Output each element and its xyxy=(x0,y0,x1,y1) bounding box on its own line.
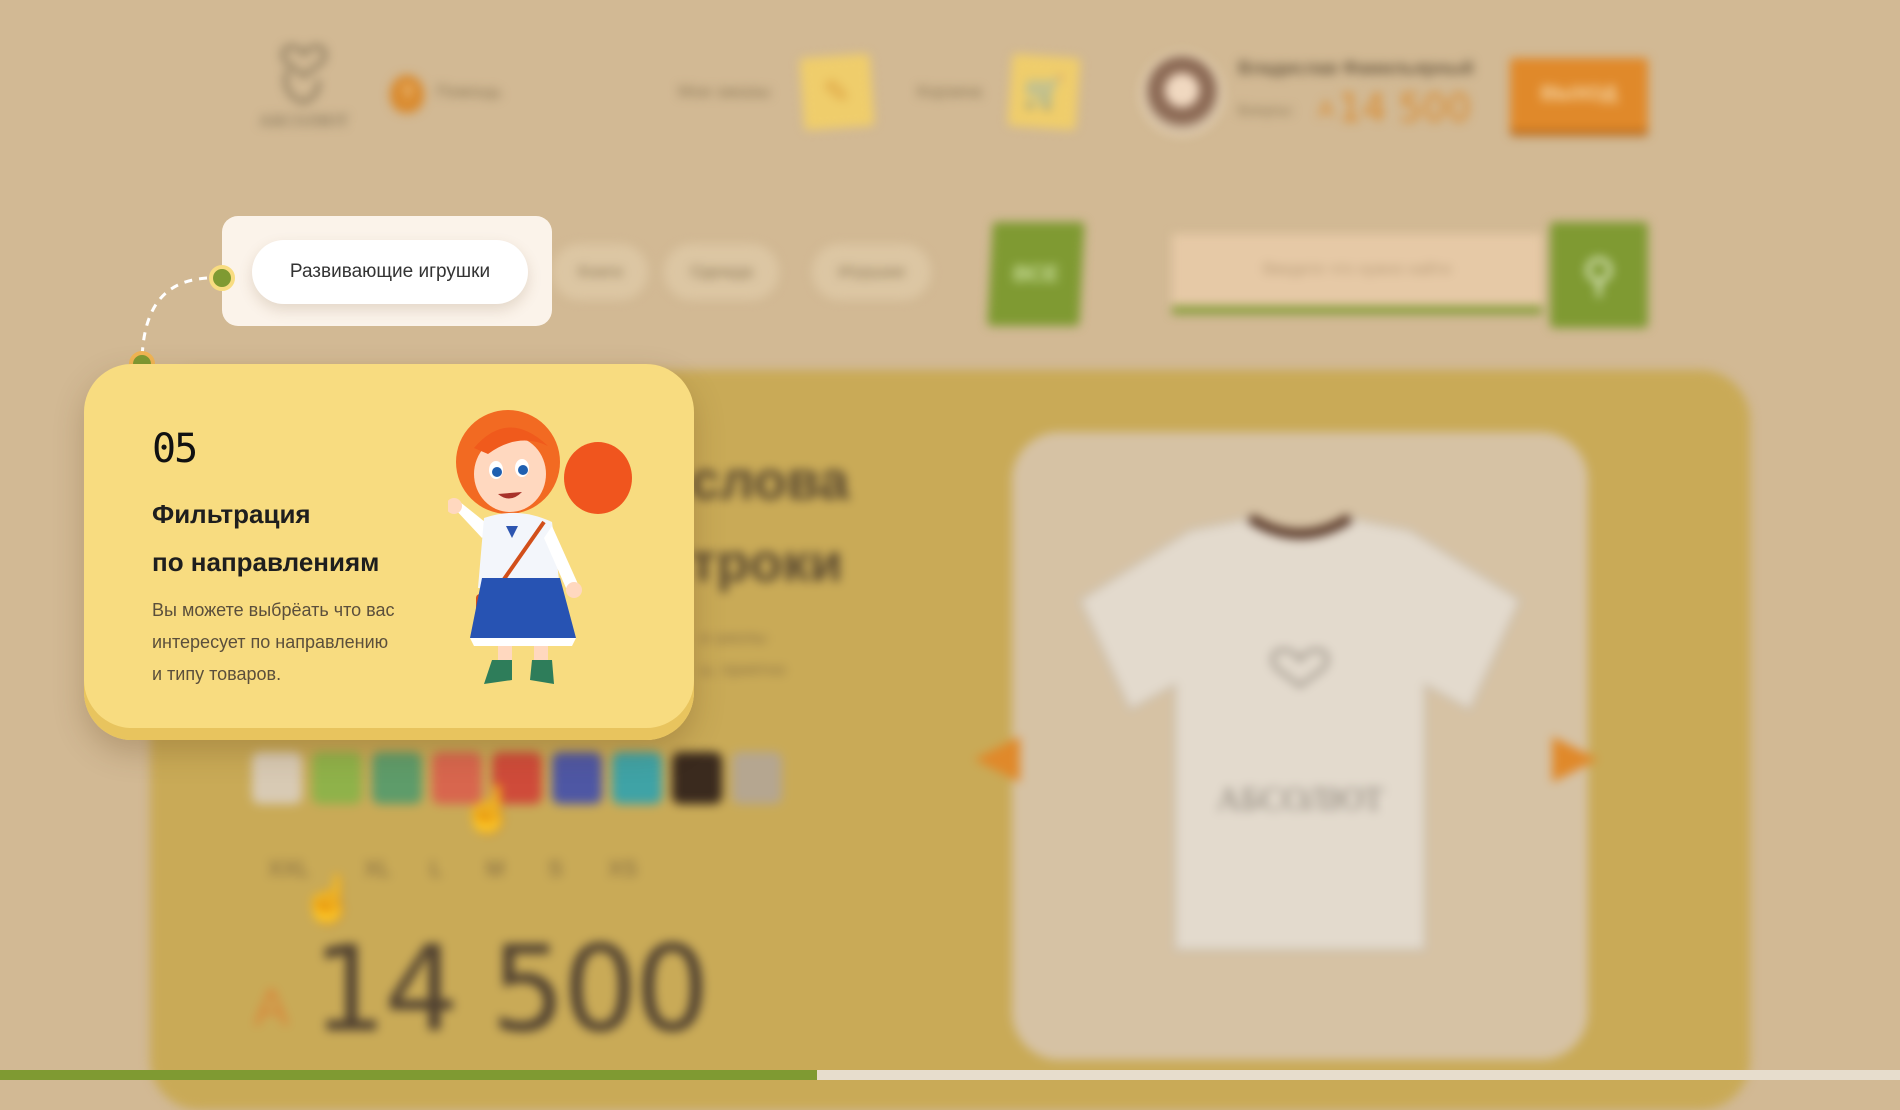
size-option[interactable]: M xyxy=(486,856,504,882)
progress-fill xyxy=(0,1070,817,1080)
hand-cursor-icon: ☝ xyxy=(460,783,518,835)
category-clothes[interactable]: Одежда xyxy=(664,244,779,300)
product-description: и школы ы, приятно xyxy=(700,628,786,679)
tshirt-logo-text: АБСОЛЮТ xyxy=(1216,781,1384,818)
category-toys[interactable]: Игрушки xyxy=(812,244,931,300)
size-option[interactable]: L xyxy=(430,856,442,882)
bonus-value: 14 500 xyxy=(1338,86,1471,130)
arrow-right-icon[interactable]: ▶ xyxy=(1552,720,1598,790)
color-swatch[interactable] xyxy=(612,752,662,804)
tshirt-image: АБСОЛЮТ xyxy=(1078,513,1522,952)
tip-step-number: 05 xyxy=(152,426,198,472)
product-title: слова троки xyxy=(690,451,850,593)
size-option[interactable]: XS xyxy=(608,856,637,882)
price-currency: A xyxy=(254,979,289,1037)
color-swatch[interactable] xyxy=(672,752,722,804)
logout-button[interactable]: ВЫХОД xyxy=(1510,58,1648,130)
arrow-left-icon[interactable]: ◀ xyxy=(974,720,1020,790)
tip-title: Фильтрация по направлениям xyxy=(152,499,380,577)
logo-heart-hand-icon xyxy=(281,45,327,104)
search-input[interactable]: Введите что нужно найти xyxy=(1172,234,1542,314)
all-categories-button[interactable]: ВСЕ xyxy=(987,222,1085,326)
search-icon[interactable]: ⚲ xyxy=(1550,222,1648,328)
size-option[interactable]: S xyxy=(548,856,563,882)
orders-box-icon[interactable]: ✎ xyxy=(799,53,875,131)
user-name: Владислав Фамильярный xyxy=(1238,58,1474,78)
bonus-label: Бонусы: xyxy=(1238,102,1295,119)
color-swatch[interactable] xyxy=(552,752,602,804)
category-books[interactable]: Книги xyxy=(552,244,649,300)
orders-link[interactable]: Мои заказы xyxy=(678,82,770,102)
bonus-currency: A xyxy=(1318,96,1335,123)
tip-description: Вы можете выбрёать что вас интересует по… xyxy=(152,600,395,684)
color-swatch[interactable] xyxy=(372,752,422,804)
help-icon[interactable]: ? xyxy=(390,75,424,113)
color-swatch[interactable] xyxy=(312,752,362,804)
color-swatch[interactable] xyxy=(252,752,302,804)
help-link[interactable]: Помощь xyxy=(436,82,502,102)
price-value: 14 500 xyxy=(312,920,710,1058)
girl-mascot-illustration xyxy=(448,410,632,684)
cart-icon[interactable]: 🛒 xyxy=(1007,53,1081,131)
hand-cursor-icon: ☝ xyxy=(300,873,358,925)
onboarding-progress-bar xyxy=(0,1070,1900,1080)
avatar[interactable] xyxy=(1140,52,1224,136)
logo[interactable]: АБСОЛЮТ xyxy=(248,36,360,146)
category-developmental-toys[interactable]: Развивающие игрушки xyxy=(252,240,528,304)
logo-text: АБСОЛЮТ xyxy=(258,111,350,130)
size-option[interactable]: XL xyxy=(364,856,391,882)
cart-link[interactable]: Корзина xyxy=(917,82,982,102)
color-swatch[interactable] xyxy=(732,752,782,804)
